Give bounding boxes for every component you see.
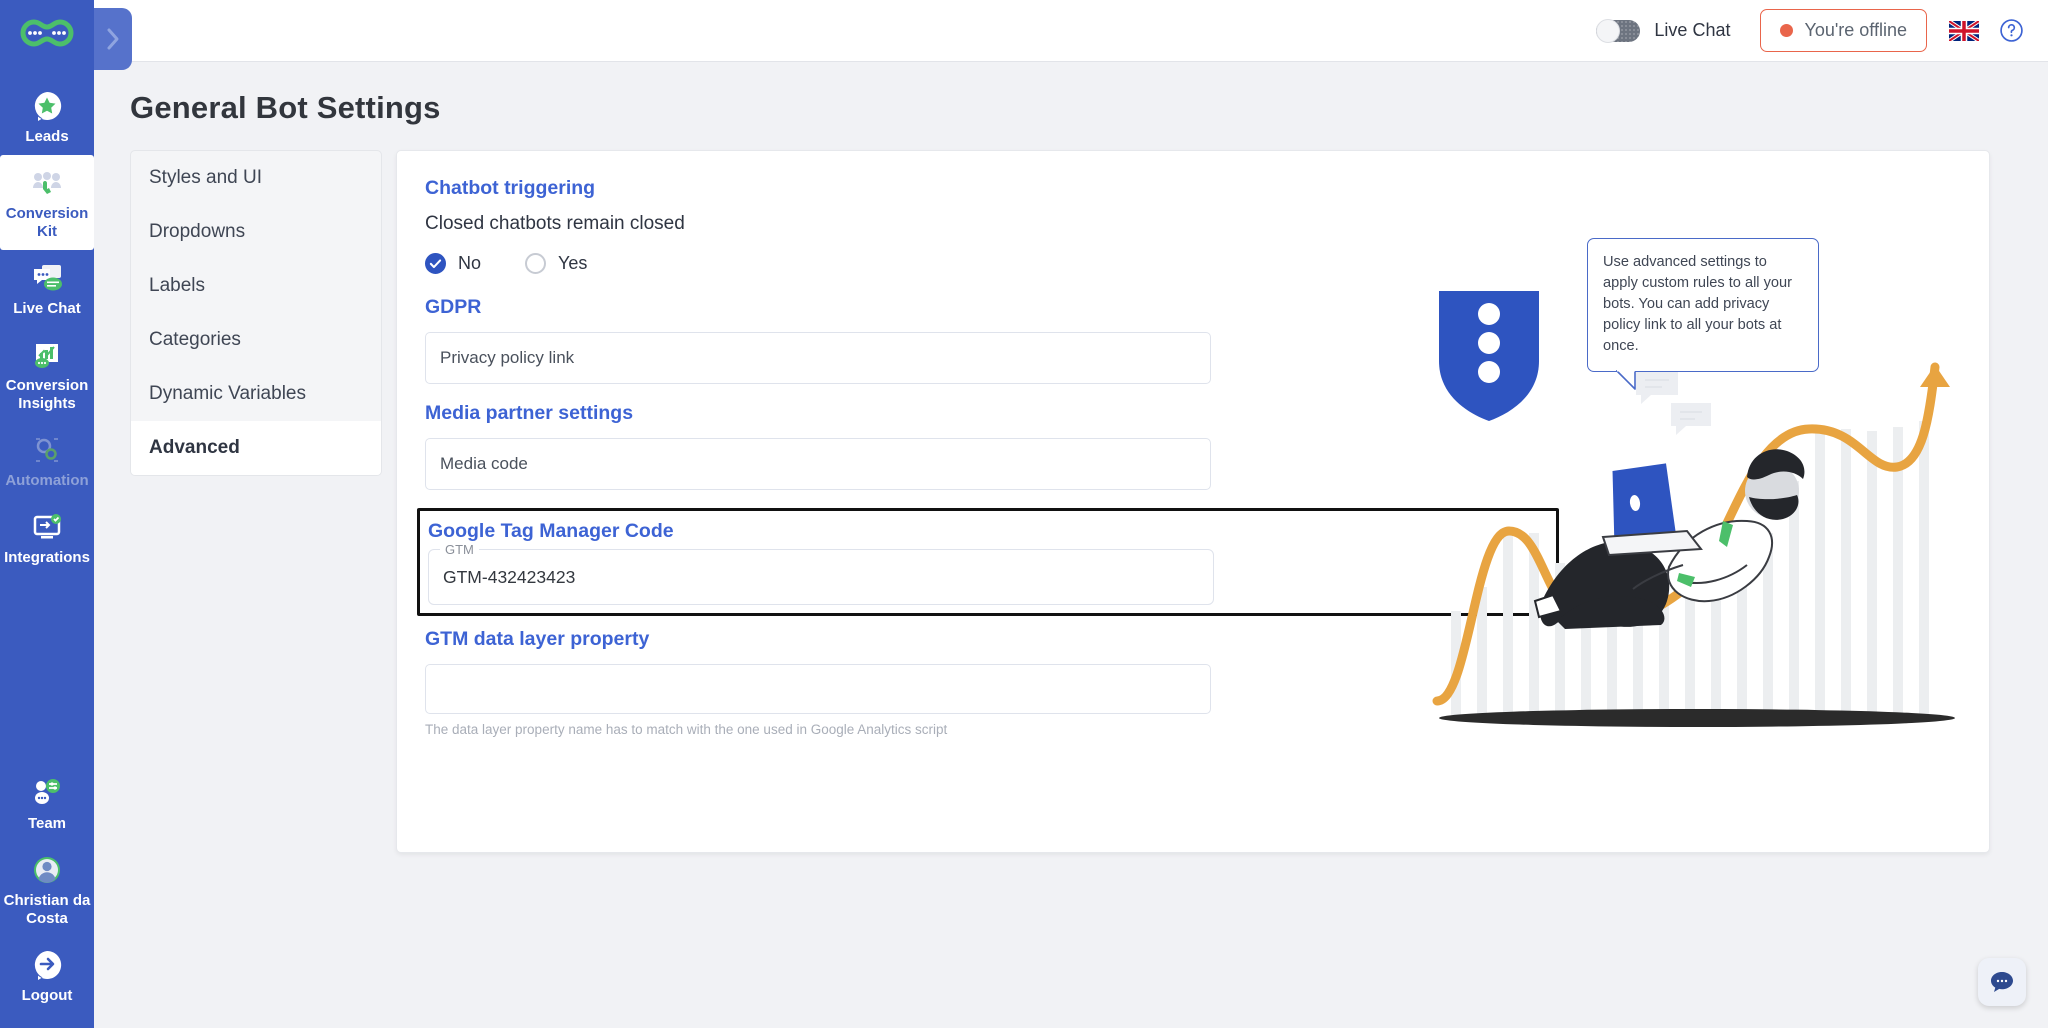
sidebar-item-label: Conversion Insights	[2, 377, 92, 413]
gdpr-title: GDPR	[425, 296, 1235, 319]
media-code-placeholder: Media code	[440, 454, 528, 474]
gtm-input[interactable]: GTM GTM-432423423	[428, 549, 1214, 605]
gtm-value: GTM-432423423	[443, 567, 575, 588]
status-dot-icon	[1780, 24, 1793, 37]
chatbot-triggering-subtitle: Closed chatbots remain closed	[425, 213, 1235, 235]
tab-label: Styles and UI	[149, 167, 262, 188]
shield-three-dots-icon	[1439, 291, 1539, 421]
settings-tab-list: Styles and UI Dropdowns Labels Categorie…	[130, 150, 382, 476]
sidebar-item-automation[interactable]: Automation	[0, 422, 94, 499]
tooltip-tail-icon	[1615, 370, 1649, 390]
tab-label: Labels	[149, 275, 205, 296]
advanced-settings-form: Chatbot triggering Closed chatbots remai…	[425, 177, 1235, 737]
gtm-title: Google Tag Manager Code	[428, 520, 1546, 543]
tab-dynamic-variables[interactable]: Dynamic Variables	[131, 367, 381, 421]
tooltip-text: Use advanced settings to apply custom ru…	[1603, 254, 1792, 354]
chat-bubble-icon	[1990, 971, 2014, 993]
sidebar-item-label: Christian da Costa	[2, 892, 92, 928]
sidebar-item-label: Live Chat	[13, 300, 81, 318]
sidebar-item-label: Conversion Kit	[2, 205, 92, 241]
infinity-chat-logo-icon	[19, 19, 75, 49]
sidebar-item-integrations[interactable]: Integrations	[0, 499, 94, 576]
privacy-policy-input[interactable]: Privacy policy link	[425, 332, 1211, 384]
tab-label: Dynamic Variables	[149, 383, 306, 404]
tab-labels[interactable]: Labels	[131, 259, 381, 313]
tab-dropdowns[interactable]: Dropdowns	[131, 205, 381, 259]
sidebar-item-logout[interactable]: Logout	[0, 937, 94, 1014]
settings-layout: Styles and UI Dropdowns Labels Categorie…	[130, 150, 2048, 853]
sidebar-item-live-chat[interactable]: Live Chat	[0, 250, 94, 327]
live-chat-toggle[interactable]	[1596, 20, 1640, 42]
sidebar-item-label: Integrations	[4, 549, 90, 567]
tab-label: Dropdowns	[149, 221, 245, 242]
sidebar-item-conversion-insights[interactable]: Conversion Insights	[0, 327, 94, 422]
chat-widget-button[interactable]	[1978, 958, 2026, 1006]
main-content: General Bot Settings Styles and UI Dropd…	[94, 62, 2048, 1028]
tab-categories[interactable]: Categories	[131, 313, 381, 367]
tab-advanced[interactable]: Advanced	[131, 421, 381, 475]
sidebar-item-team[interactable]: Team	[0, 765, 94, 842]
toggle-knob	[1596, 19, 1620, 43]
chatbot-triggering-radio-group: No Yes	[425, 253, 1235, 274]
sidebar-item-account[interactable]: Christian da Costa	[0, 842, 94, 937]
help-circle-icon[interactable]	[1999, 18, 2024, 43]
live-chat-toggle-label: Live Chat	[1654, 20, 1730, 41]
sidebar-item-label: Automation	[5, 472, 88, 490]
tab-label: Advanced	[149, 437, 240, 458]
sidebar-item-label: Logout	[22, 987, 73, 1005]
radio-yes-label: Yes	[558, 253, 587, 274]
sidebar-item-conversion-kit[interactable]: Conversion Kit	[0, 155, 94, 250]
radio-yes[interactable]	[525, 253, 546, 274]
uk-flag-icon[interactable]	[1949, 21, 1979, 41]
tab-styles-and-ui[interactable]: Styles and UI	[131, 151, 381, 205]
chat-bubbles-icon	[30, 261, 64, 295]
check-icon	[429, 257, 442, 270]
bar-chart-insights-icon	[30, 338, 64, 372]
sidebar-item-leads[interactable]: Leads	[0, 78, 94, 155]
star-badge-icon	[31, 89, 63, 123]
media-code-input[interactable]: Media code	[425, 438, 1211, 490]
gtm-data-layer-input[interactable]	[425, 664, 1211, 714]
chevron-right-icon	[103, 26, 123, 52]
integration-window-icon	[30, 510, 64, 544]
page-title: General Bot Settings	[130, 90, 2048, 126]
status-badge[interactable]: You're offline	[1760, 9, 1927, 52]
settings-panel: Chatbot triggering Closed chatbots remai…	[396, 150, 1990, 853]
top-bar: Live Chat You're offline	[94, 0, 2048, 62]
sidebar-item-label: Leads	[25, 128, 68, 146]
radio-no[interactable]	[425, 253, 446, 274]
trend-arrow-icon	[1920, 365, 1950, 387]
user-avatar-icon	[30, 853, 64, 887]
logout-arrow-icon	[31, 948, 63, 982]
app-logo[interactable]	[0, 4, 94, 64]
status-label: You're offline	[1804, 20, 1907, 41]
sidebar-collapse-button[interactable]	[94, 8, 132, 70]
ground-shadow	[1439, 709, 1955, 727]
privacy-policy-placeholder: Privacy policy link	[440, 348, 574, 368]
sidebar: Leads Conversion Kit Live Chat	[0, 0, 94, 1028]
gtm-data-layer-helper: The data layer property name has to matc…	[425, 722, 1235, 737]
gtm-data-layer-title: GTM data layer property	[425, 628, 1235, 651]
team-settings-icon	[30, 776, 64, 810]
gears-icon	[31, 433, 63, 467]
advanced-settings-tooltip: Use advanced settings to apply custom ru…	[1587, 238, 1819, 372]
tab-label: Categories	[149, 329, 241, 350]
radio-no-label: No	[458, 253, 481, 274]
audience-click-icon	[30, 166, 64, 200]
sidebar-item-label: Team	[28, 815, 66, 833]
gtm-highlight-group: Google Tag Manager Code GTM GTM-43242342…	[417, 508, 1559, 616]
chatbot-triggering-title: Chatbot triggering	[425, 177, 1235, 200]
media-partner-title: Media partner settings	[425, 402, 1235, 425]
gtm-legend-label: GTM	[440, 542, 479, 557]
